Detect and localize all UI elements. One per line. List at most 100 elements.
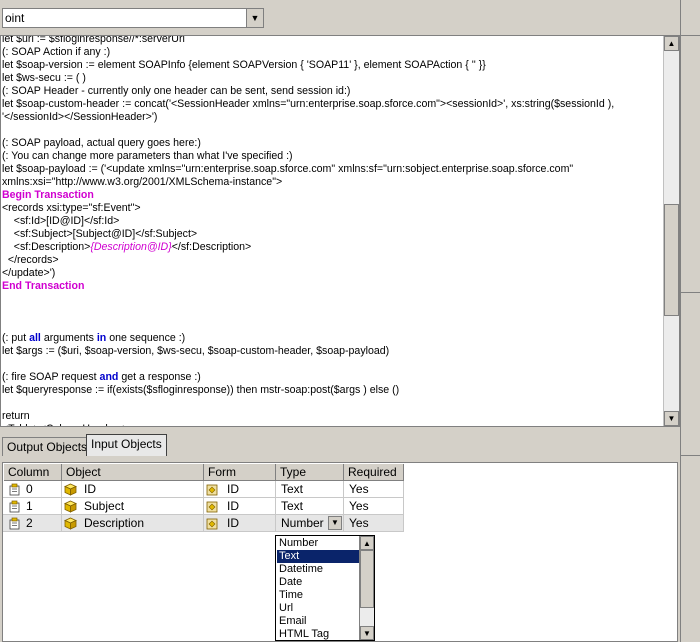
cell-form[interactable]: ID xyxy=(204,481,276,498)
column-icon xyxy=(9,482,20,496)
scroll-thumb[interactable] xyxy=(664,204,679,316)
script-select[interactable]: oint ▼ xyxy=(2,8,264,28)
script-select-value: oint xyxy=(5,11,25,25)
cell-column[interactable]: 0 xyxy=(3,481,62,498)
type-value: Text xyxy=(281,482,304,496)
dropdown-option[interactable]: HTML Tag xyxy=(277,628,360,640)
column-header-type[interactable]: Type xyxy=(276,464,344,481)
table-row[interactable]: 0 ID ID Text Yes xyxy=(3,481,677,498)
code-line: '</sessionId></SessionHeader>') xyxy=(2,111,158,123)
code-line: Begin Transaction xyxy=(2,189,94,201)
code-line: return xyxy=(2,410,30,422)
attribute-icon xyxy=(64,516,77,530)
column-index: 2 xyxy=(26,516,33,530)
code-line: let $ws-secu := ( ) xyxy=(2,72,86,84)
dropdown-option[interactable]: Email xyxy=(277,615,360,628)
code-token: and xyxy=(99,371,119,383)
object-tabs: Output Objects Input Objects xyxy=(0,434,680,456)
scroll-up-arrow-icon[interactable]: ▲ xyxy=(664,36,679,51)
code-line: (: SOAP Header - currently only one head… xyxy=(2,85,351,97)
dropdown-scroll-thumb[interactable] xyxy=(360,550,374,608)
code-token: get a response :) xyxy=(118,371,201,383)
cell-form[interactable]: ID xyxy=(204,498,276,515)
code-text-area[interactable]: let $uri := $sfloginresponse//*:serverUr… xyxy=(1,36,664,426)
column-header-column[interactable]: Column xyxy=(4,464,62,481)
cell-required[interactable]: Yes xyxy=(344,481,404,498)
chevron-down-icon[interactable]: ▼ xyxy=(328,516,342,530)
form-name: ID xyxy=(227,499,239,513)
editor-vertical-scrollbar[interactable]: ▲ ▼ xyxy=(663,36,679,426)
cell-form[interactable]: ID xyxy=(204,515,276,532)
cell-required[interactable]: Yes xyxy=(344,498,404,515)
code-line: let $uri := $sfloginresponse//*:serverUr… xyxy=(2,36,185,45)
code-line: (: SOAP payload, actual query goes here:… xyxy=(2,137,201,149)
code-token: {Description@ID} xyxy=(90,241,172,253)
form-icon xyxy=(206,499,218,513)
tab-input-objects[interactable]: Input Objects xyxy=(86,434,167,456)
code-token: all xyxy=(29,332,41,344)
cell-column[interactable]: 1 xyxy=(3,498,62,515)
cell-type[interactable]: Text xyxy=(276,498,344,515)
code-line: (: You can change more parameters than w… xyxy=(2,150,293,162)
cell-type[interactable]: Text xyxy=(276,481,344,498)
right-side-panel xyxy=(680,0,700,642)
column-header-form[interactable]: Form xyxy=(204,464,276,481)
cell-object[interactable]: Description xyxy=(62,515,204,532)
object-name: Description xyxy=(84,516,145,530)
code-token: <sf:Subject>[Subject@ID]</sf:Subject> xyxy=(2,228,198,240)
column-index: 1 xyxy=(26,499,33,513)
dropdown-option[interactable]: Url xyxy=(277,602,360,615)
code-line: <sf:Description>{Description@ID}</sf:Des… xyxy=(2,241,251,254)
scroll-down-arrow-icon[interactable]: ▼ xyxy=(664,411,679,426)
code-line: (: put all arguments in one sequence :) xyxy=(2,332,185,345)
table-row[interactable]: 2 Description ID Number ▼ Yes xyxy=(3,515,677,532)
cell-required[interactable]: Yes xyxy=(344,515,404,532)
chevron-down-icon[interactable]: ▼ xyxy=(246,9,263,27)
scroll-down-arrow-icon[interactable]: ▼ xyxy=(360,626,374,640)
dropdown-option[interactable]: Text xyxy=(277,550,360,563)
panel-divider xyxy=(681,292,700,293)
scroll-up-arrow-icon[interactable]: ▲ xyxy=(360,536,374,550)
code-token: (: fire SOAP request xyxy=(2,371,100,383)
type-dropdown-list[interactable]: Number Text Datetime Date Time Url Email HTML T… xyxy=(275,535,375,641)
code-line: let $soap-custom-header := concat('<Sess… xyxy=(2,98,615,110)
code-line: </update>') xyxy=(2,267,56,279)
column-header-object[interactable]: Object xyxy=(62,464,204,481)
cell-object[interactable]: ID xyxy=(62,481,204,498)
code-line: End Transaction xyxy=(2,280,85,292)
tab-output-objects[interactable]: Output Objects xyxy=(2,437,93,456)
code-token: one sequence :) xyxy=(106,332,186,344)
code-line: (: SOAP Action if any :) xyxy=(2,46,111,58)
code-line: (: fire SOAP request and get a response … xyxy=(2,371,201,384)
attribute-icon xyxy=(64,482,77,496)
cell-column[interactable]: 2 xyxy=(3,515,62,532)
dropdown-scrollbar[interactable]: ▲ ▼ xyxy=(359,536,374,640)
required-value: Yes xyxy=(349,482,369,496)
code-line: <Table><ColumnHeaders> xyxy=(2,423,129,426)
code-line: <records xsi:type="sf:Event"> xyxy=(2,202,141,214)
code-editor[interactable]: let $uri := $sfloginresponse//*:serverUr… xyxy=(0,35,680,427)
cell-type[interactable]: Number ▼ xyxy=(276,515,344,532)
code-line: xmlns:xsi="http://www.w3.org/2001/XMLSch… xyxy=(2,176,283,188)
code-line: let $soap-version := element SOAPInfo {e… xyxy=(2,59,486,71)
table-row[interactable]: 1 Subject ID Text Yes xyxy=(3,498,677,515)
code-line: <sf:Subject>[Subject@ID]</sf:Subject> xyxy=(2,228,197,241)
dropdown-option[interactable]: Number xyxy=(277,537,360,550)
dropdown-option[interactable]: Date xyxy=(277,576,360,589)
code-line: </records> xyxy=(2,254,59,266)
form-icon xyxy=(206,482,218,496)
column-icon xyxy=(9,499,20,513)
code-line: let $soap-payload := ('<update xmlns="ur… xyxy=(2,163,574,175)
cell-object[interactable]: Subject xyxy=(62,498,204,515)
dropdown-option[interactable]: Time xyxy=(277,589,360,602)
panel-divider xyxy=(681,35,700,36)
code-line: <sf:Id>[ID@ID]</sf:Id> xyxy=(2,215,120,227)
code-token: arguments xyxy=(40,332,97,344)
column-index: 0 xyxy=(26,482,33,496)
toolbar: oint ▼ xyxy=(0,0,700,34)
column-header-required[interactable]: Required xyxy=(344,464,404,481)
panel-divider xyxy=(681,455,700,456)
object-name: ID xyxy=(84,482,96,496)
dropdown-option[interactable]: Datetime xyxy=(277,563,360,576)
object-name: Subject xyxy=(84,499,125,513)
